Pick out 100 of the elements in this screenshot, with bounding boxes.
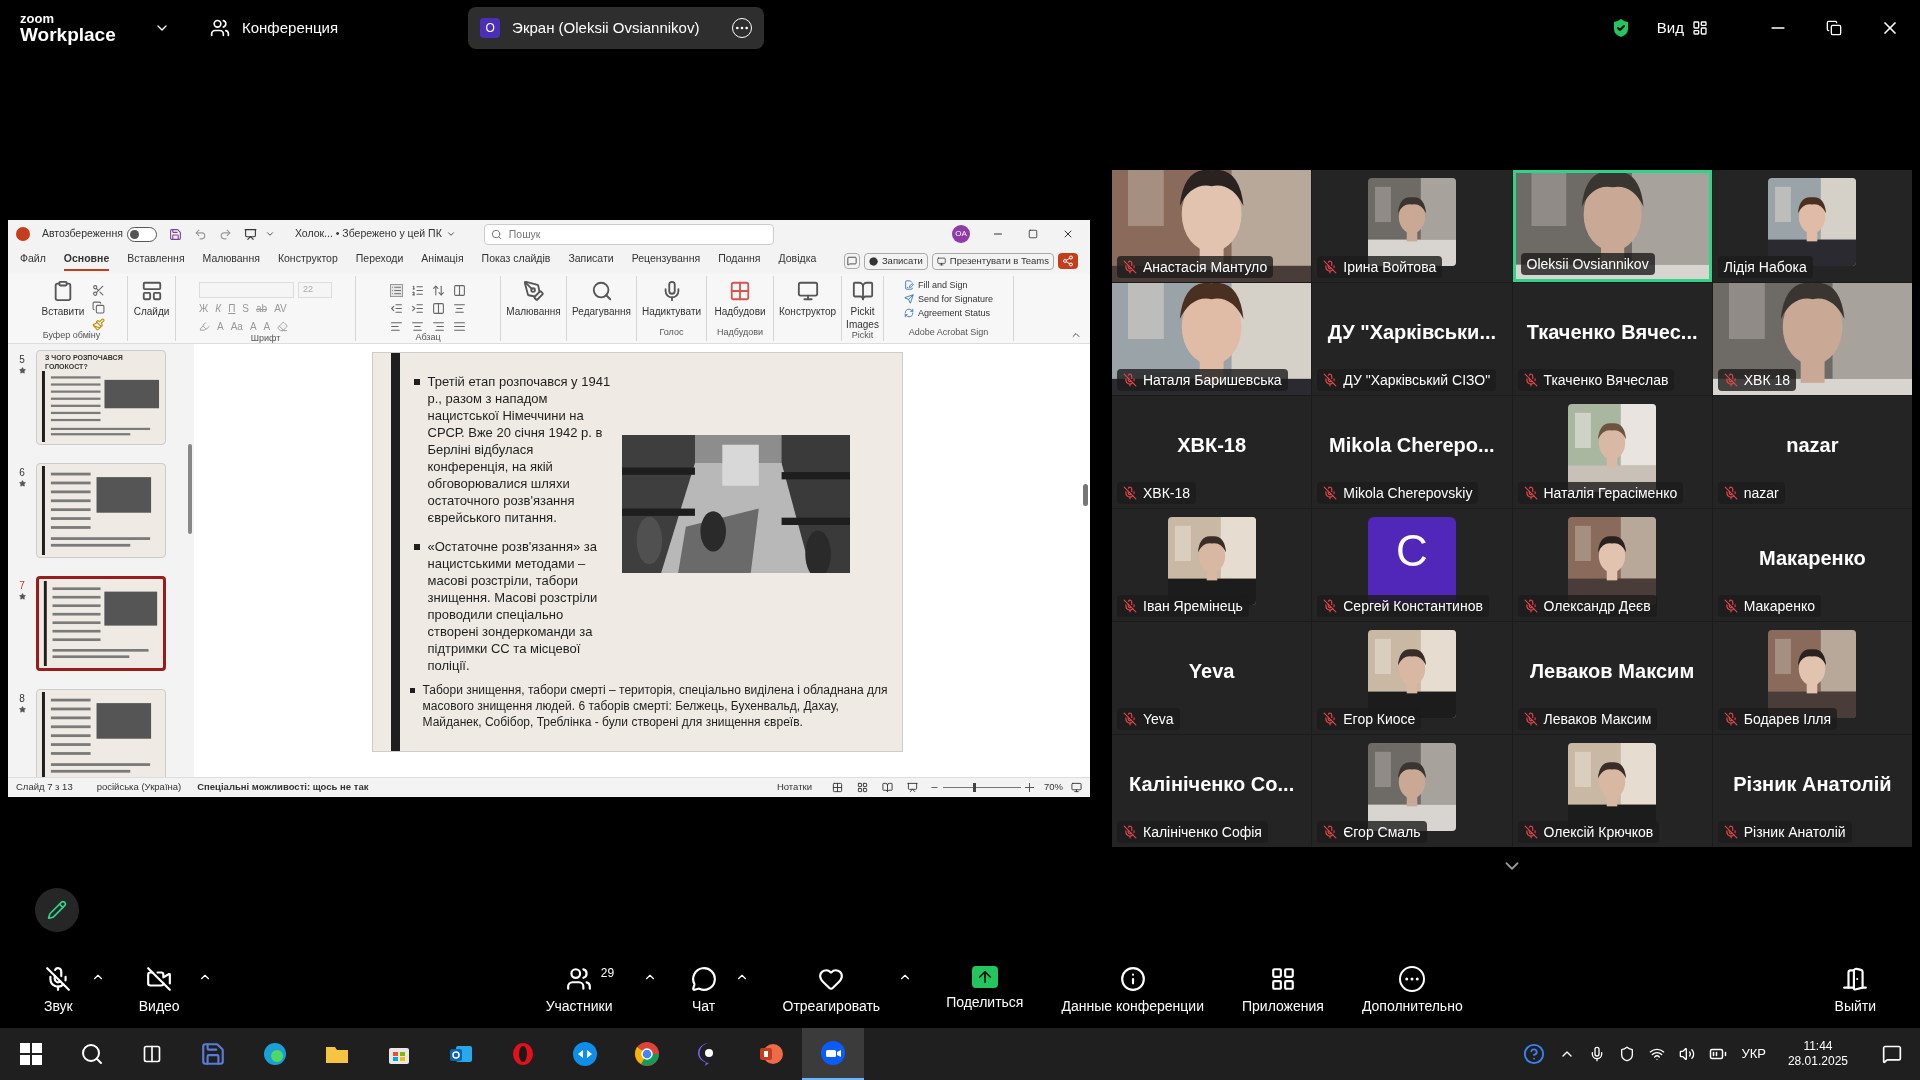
toolbar-button[interactable]: 29 Участники [541, 966, 617, 1017]
sign-action-button[interactable]: Fill and Sign [903, 280, 968, 290]
zoom-slider[interactable] [943, 782, 1021, 793]
video-tile[interactable]: Іван Яремінець [1112, 509, 1312, 621]
video-tile[interactable]: Наталія Герасіменко [1512, 396, 1712, 508]
language-indicator[interactable]: УКР [1741, 1044, 1766, 1064]
menu-tab[interactable]: Довідка [778, 251, 817, 271]
numbered-list-icon[interactable] [411, 284, 424, 297]
start-icon[interactable] [20, 1043, 42, 1065]
help-icon[interactable] [1523, 1043, 1546, 1065]
menu-tab[interactable]: Конструктор [277, 251, 338, 271]
menu-tab[interactable]: Малювання [202, 251, 260, 271]
line-spacing-icon[interactable] [432, 284, 445, 297]
screen-share-pill[interactable]: O Экран (Oleksii Ovsiannikov) [468, 7, 765, 49]
video-tile[interactable]: Бодарев Ілля [1712, 622, 1912, 734]
video-tile[interactable]: ХВК-18 ХВК-18 [1112, 396, 1312, 508]
columns-icon[interactable] [432, 302, 445, 315]
normal-view-icon[interactable] [832, 782, 843, 793]
comment-icon[interactable] [843, 253, 860, 269]
video-tile[interactable]: Макаренко Макаренко [1712, 509, 1912, 621]
video-tile[interactable]: Mikola Cherepo... Mikola Cherepovskiy [1312, 396, 1512, 508]
fit-slide-icon[interactable] [1071, 782, 1082, 793]
toolbar-button[interactable]: Отреагировать [778, 966, 885, 1017]
wifi-icon[interactable] [1649, 1046, 1666, 1062]
share-icon[interactable] [1058, 253, 1078, 269]
copy-icon[interactable] [92, 301, 106, 314]
search-icon[interactable] [80, 1042, 104, 1066]
speaker-icon[interactable] [1679, 1046, 1696, 1062]
language-label[interactable]: російська (Україна) [96, 780, 182, 795]
video-tile[interactable]: ДУ "Харківськи... ДУ "Харківський СІЗО" [1312, 283, 1512, 395]
video-tile[interactable]: Олексій Крючков [1512, 735, 1712, 847]
meeting-label[interactable]: Конференция [242, 16, 339, 40]
present-icon[interactable] [243, 227, 257, 241]
toolbar-button[interactable]: Поделиться [942, 966, 1028, 1013]
video-tile[interactable]: Олександр Деєв [1512, 509, 1712, 621]
brush-icon[interactable] [92, 318, 106, 331]
notifications-icon[interactable] [1882, 1044, 1902, 1064]
zoom-in-icon[interactable] [1025, 783, 1034, 792]
menu-tab[interactable]: Анімація [421, 251, 464, 271]
video-tile[interactable]: Єгор Смаль [1312, 735, 1512, 847]
menu-tab[interactable]: Записати [568, 251, 614, 271]
file-name[interactable]: Холок... • Збережено у цей ПК [294, 226, 442, 242]
zoom-percent[interactable]: 70% [1044, 780, 1063, 795]
align-right-icon[interactable] [432, 320, 445, 333]
slideshow-icon[interactable] [907, 782, 918, 793]
ribbon-button[interactable]: Слайди [129, 280, 174, 319]
scissors-icon[interactable] [92, 284, 106, 297]
menu-tab[interactable]: Файл [20, 251, 46, 271]
search-field[interactable]: Пошук [483, 223, 774, 245]
toolbar-button[interactable]: Видео [134, 966, 184, 1017]
restore-icon[interactable] [1826, 20, 1842, 36]
layout-icon[interactable] [1692, 20, 1708, 36]
toolbar-button[interactable]: Дополнительно [1357, 966, 1467, 1017]
video-tile[interactable]: Анастасія Мантуло [1112, 170, 1312, 282]
menu-tab[interactable]: Основне [63, 251, 110, 271]
view-button[interactable]: Вид [1656, 16, 1684, 40]
toolbar-button[interactable]: Приложения [1238, 966, 1328, 1017]
menu-tab[interactable]: Рецензування [631, 251, 701, 271]
taskbar-app[interactable] [802, 1028, 864, 1080]
video-tile[interactable]: Oleksii Ovsiannikov [1512, 170, 1712, 282]
sign-action-button[interactable]: Agreement Status [903, 308, 990, 318]
ribbon-button[interactable]: Малювання [503, 280, 564, 319]
align-left-icon[interactable] [390, 320, 403, 333]
video-tile[interactable]: nazar nazar [1712, 396, 1912, 508]
sign-action-button[interactable]: Send for Signature [903, 294, 994, 304]
notes-button[interactable]: Нотатки [776, 780, 812, 795]
ribbon-button[interactable]: Надбудови [710, 280, 770, 319]
user-avatar[interactable]: OA [952, 225, 970, 243]
ribbon-button[interactable]: Надиктувати [641, 280, 702, 319]
video-tile[interactable]: Yeva Yeva [1112, 622, 1312, 734]
font-name-field[interactable] [199, 282, 294, 298]
video-tile[interactable]: Наталя Баришевська [1112, 283, 1312, 395]
reading-view-icon[interactable] [882, 782, 893, 793]
menu-tab[interactable]: Подання [718, 251, 761, 271]
task-view-icon[interactable] [142, 1044, 162, 1064]
quick-access-icon[interactable] [264, 229, 275, 239]
toolbar-button[interactable]: Данные конференции [1057, 966, 1208, 1017]
autosave-toggle[interactable] [126, 226, 157, 242]
video-tile[interactable]: Леваков Максим Леваков Максим [1512, 622, 1712, 734]
maximize-icon[interactable] [1028, 229, 1038, 239]
ribbon-button[interactable]: Редагування [571, 280, 632, 319]
video-tile[interactable]: Різник Анатолій Різник Анатолій [1712, 735, 1912, 847]
video-tile[interactable]: Лідія Набока [1712, 170, 1912, 282]
ribbon-button[interactable]: Pickit Images [842, 280, 883, 331]
video-tile[interactable]: Ірина Войтова [1312, 170, 1512, 282]
toolbar-button[interactable]: Звук [40, 966, 77, 1017]
save-icon[interactable] [168, 227, 182, 241]
sorter-view-icon[interactable] [857, 782, 868, 793]
record-button[interactable]: Записати [863, 252, 928, 270]
clock-date[interactable]: 28.01.2025 [1787, 1054, 1848, 1069]
menu-tab[interactable]: Вставлення [127, 251, 185, 271]
menu-tab[interactable]: Переходи [355, 251, 404, 271]
close-icon[interactable] [1062, 228, 1074, 240]
ribbon-button[interactable]: Вставити [37, 280, 89, 319]
video-tile[interactable]: Калініченко Со... Калініченко Софія [1112, 735, 1312, 847]
indent-increase-icon[interactable] [411, 302, 424, 315]
video-tile[interactable]: ХВК 18 [1712, 283, 1912, 395]
toolbar-button[interactable]: Чат [686, 966, 721, 1017]
text-direction-icon[interactable] [453, 284, 466, 297]
align-center-icon[interactable] [411, 320, 424, 333]
